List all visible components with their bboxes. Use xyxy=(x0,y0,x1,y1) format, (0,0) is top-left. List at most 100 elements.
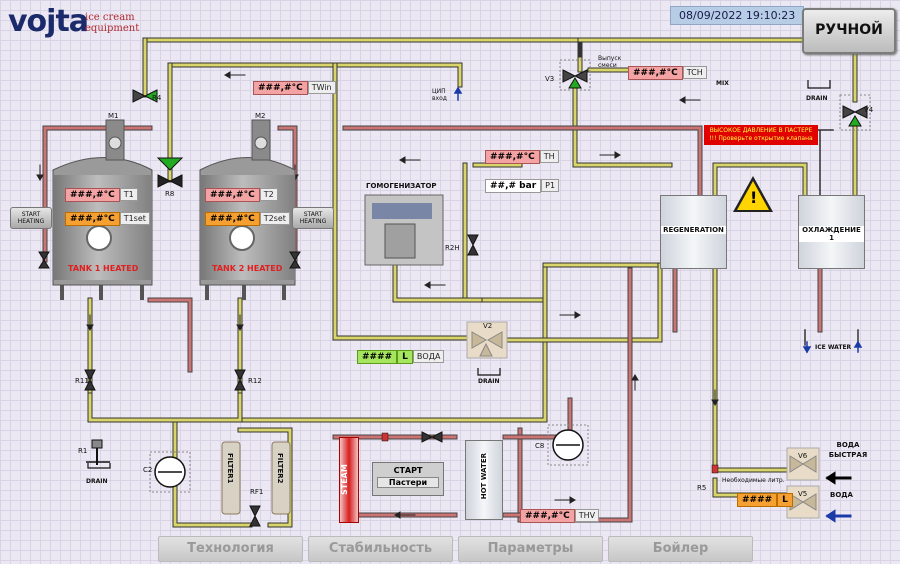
v5-volume-value: #### xyxy=(737,493,778,507)
start-pasteur-button[interactable]: СТАРТ Пастери xyxy=(372,462,444,496)
r11-label: R11 xyxy=(75,377,89,385)
r5-label: R5 xyxy=(697,484,707,492)
ice-water-label: ICE WATER xyxy=(815,344,852,351)
voda-label: ВОДА xyxy=(830,491,853,499)
hot-water-label: HOT WATER xyxy=(480,453,488,500)
start-pasteur-line1: СТАРТ xyxy=(393,466,423,475)
nav-technology[interactable]: Технология xyxy=(158,536,303,562)
t1set-value: ###,#°C xyxy=(65,212,120,226)
t2-label: T2 xyxy=(259,188,278,201)
tch-readout[interactable]: ###,#°C TCH xyxy=(628,60,707,80)
nav-parameters[interactable]: Параметры xyxy=(458,536,603,562)
valve-r1[interactable] xyxy=(86,439,110,465)
v5-volume-unit: L xyxy=(777,493,793,507)
r5-sensor xyxy=(711,464,719,474)
steam-sensor xyxy=(381,432,389,442)
p1-readout[interactable]: ##,# bar P1 xyxy=(485,173,560,193)
t2-value: ###,#°C xyxy=(205,188,260,202)
homogenizer-label: ГОМОГЕНИЗАТОР xyxy=(366,182,437,190)
t1set-readout[interactable]: ###,#°C T1set xyxy=(65,206,150,226)
v3-label: V3 xyxy=(545,75,555,83)
valve-rf1[interactable] xyxy=(249,505,261,527)
t1-readout[interactable]: ###,#°C T1 xyxy=(65,182,138,202)
th-readout[interactable]: ###,#°C TH xyxy=(485,144,559,164)
pump-c8[interactable] xyxy=(547,424,589,466)
warning-icon-mark: ! xyxy=(750,188,758,207)
tank1-label: TANK 1 HEATED xyxy=(68,264,139,273)
valve-v3[interactable] xyxy=(559,59,591,91)
regeneration-label: REGENERATION xyxy=(661,226,726,234)
cip-arrow xyxy=(453,86,463,101)
tch-value: ###,#°C xyxy=(628,66,683,80)
logo: vojta xyxy=(8,4,89,39)
nav-stability[interactable]: Стабильность xyxy=(308,536,453,562)
cooling-label: ОХЛАЖДЕНИЕ 1 xyxy=(799,226,864,242)
r4-label: R4 xyxy=(152,94,162,102)
regeneration-exchanger[interactable]: REGENERATION xyxy=(660,195,727,269)
valve-steam[interactable] xyxy=(421,431,443,443)
logo-line-2: equipment xyxy=(85,23,140,34)
thv-label: THV xyxy=(574,509,600,522)
cooling-exchanger[interactable]: ОХЛАЖДЕНИЕ 1 xyxy=(798,195,865,269)
v5-label: V5 xyxy=(798,490,808,498)
valve-r2h[interactable] xyxy=(467,234,479,256)
mode-button[interactable]: РУЧНОЙ xyxy=(802,8,896,54)
logo-text: vojta xyxy=(8,4,89,39)
r2h-label: R2H xyxy=(445,244,460,252)
voda-value: #### xyxy=(357,350,398,364)
valve-r4-down[interactable] xyxy=(156,157,184,171)
voda-label: ВОДА xyxy=(412,350,445,363)
pump-c2[interactable] xyxy=(149,451,191,493)
drain-basin-v4 xyxy=(807,80,831,89)
drain-basin-v2 xyxy=(477,368,501,376)
t2-readout[interactable]: ###,#°C T2 xyxy=(205,182,278,202)
high-pressure-alarm: ВЫСОКОЕ ДАВЛЕНИЕ В ПАСТЕРЕ !!! Проверьте… xyxy=(704,125,818,145)
t1-label: T1 xyxy=(119,188,138,201)
scada-screen: vojta ice cream equipment 08/09/2022 19:… xyxy=(0,0,900,564)
p1-label: P1 xyxy=(541,179,560,192)
m1-label: M1 xyxy=(108,112,119,120)
t2set-readout[interactable]: ###,#°C T2set xyxy=(205,206,290,226)
drain-basin-r1 xyxy=(87,463,111,469)
c8-label: C8 xyxy=(535,442,545,450)
voda-unit: L xyxy=(397,350,413,364)
v4-label: V4 xyxy=(864,106,874,114)
twin-label: TWin xyxy=(307,81,336,94)
v5-volume-readout[interactable]: #### L xyxy=(737,487,793,507)
steam-unit[interactable]: STEAM xyxy=(339,437,359,523)
valve-r12[interactable] xyxy=(234,369,246,391)
twin-value: ###,#°C xyxy=(253,81,308,95)
drain-label-r1: DRAIN xyxy=(86,478,108,485)
rf1-label: RF1 xyxy=(250,488,264,496)
voda-arrow xyxy=(825,509,852,523)
flow-arrows xyxy=(36,71,719,519)
homogenizer[interactable] xyxy=(364,194,444,266)
tch-label: TCH xyxy=(682,66,707,79)
nav-boiler[interactable]: Бойлер xyxy=(608,536,753,562)
start-heating-tank1-button[interactable]: START HEATING xyxy=(10,207,52,229)
voda-readout[interactable]: #### L ВОДА xyxy=(357,344,445,364)
thv-readout[interactable]: ###,#°C THV xyxy=(520,503,600,523)
filter2-label: FILTER2 xyxy=(276,453,284,484)
th-label: TH xyxy=(539,150,559,163)
hot-water-exchanger[interactable]: HOT WATER xyxy=(465,440,503,520)
m2-label: M2 xyxy=(255,112,266,120)
needed-liters-label: Необходимые литр. xyxy=(722,477,785,484)
thv-value: ###,#°C xyxy=(520,509,575,523)
cip-label: ЦИП вход xyxy=(432,88,447,102)
tank2-label: TANK 2 HEATED xyxy=(212,264,283,273)
th-value: ###,#°C xyxy=(485,150,540,164)
twin-readout[interactable]: ###,#°C TWin xyxy=(253,75,336,95)
ice-water-in-arrow xyxy=(853,340,863,353)
drain-label-v4: DRAIN xyxy=(806,95,828,102)
p1-value: ##,# bar xyxy=(485,179,542,193)
vypusk-label: Выпуск смеси xyxy=(598,55,622,69)
start-heating-tank2-button[interactable]: START HEATING xyxy=(292,207,334,229)
r12-label: R12 xyxy=(248,377,262,385)
drain-label-v2: DRAIN xyxy=(478,378,500,385)
logo-line-1: ice cream xyxy=(85,12,135,23)
voda-fast-label: ВОДА БЫСТРАЯ xyxy=(828,441,868,459)
t1-value: ###,#°C xyxy=(65,188,120,202)
mix-label: MIX xyxy=(716,80,729,87)
r1-label: R1 xyxy=(78,447,88,455)
